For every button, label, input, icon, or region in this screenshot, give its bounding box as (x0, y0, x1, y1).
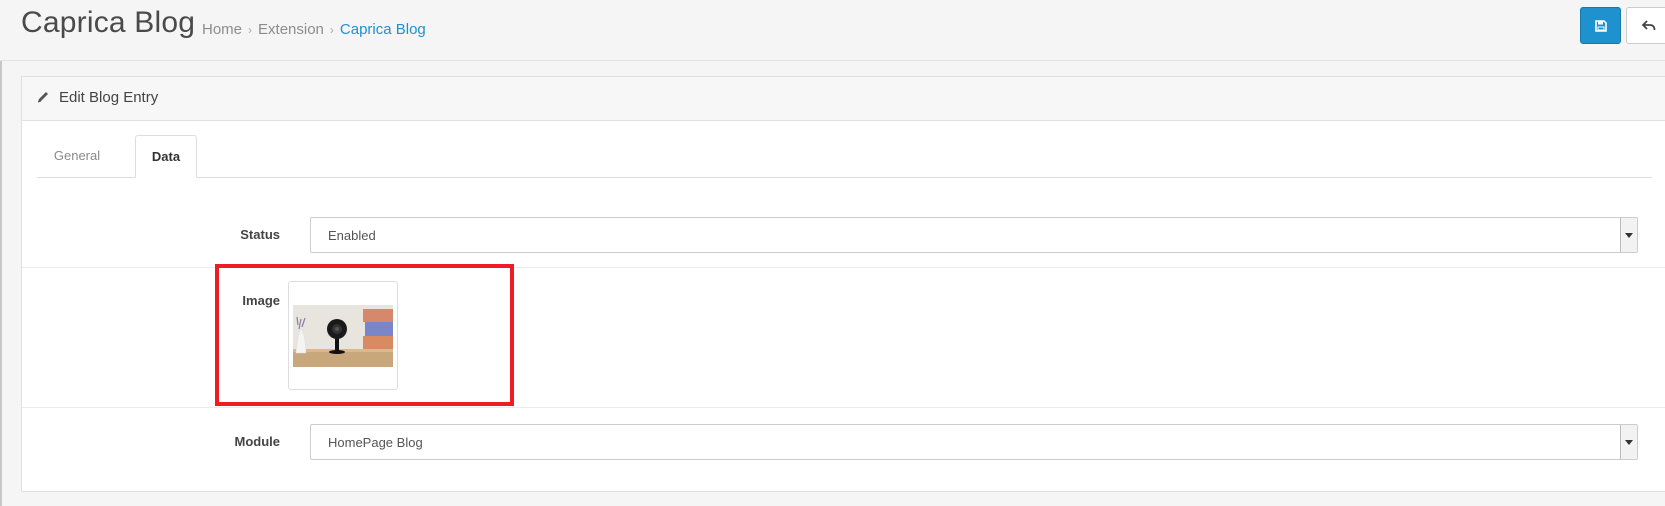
back-button[interactable] (1626, 7, 1665, 44)
chevron-right-icon: › (248, 23, 253, 37)
tab-general[interactable]: General (37, 135, 117, 177)
pencil-icon (37, 92, 48, 103)
highlight-annotation (215, 264, 514, 406)
left-edge (0, 0, 2, 506)
module-label: Module (234, 434, 281, 449)
panel-heading: Edit Blog Entry (22, 77, 1665, 121)
status-select[interactable]: Enabled (310, 217, 1638, 253)
chevron-down-icon (1620, 218, 1637, 252)
module-value: HomePage Blog (328, 435, 423, 450)
breadcrumb-home[interactable]: Home (202, 21, 242, 38)
status-label: Status (240, 227, 280, 242)
module-select[interactable]: HomePage Blog (310, 424, 1638, 460)
tab-data[interactable]: Data (135, 135, 197, 178)
save-icon (1594, 19, 1607, 32)
breadcrumb: Home › Extension › Caprica Blog (202, 21, 426, 38)
tab-bar: General Data (37, 135, 1652, 178)
chevron-right-icon: › (329, 23, 334, 37)
page-title: Caprica Blog (21, 6, 196, 39)
chevron-down-icon (1620, 425, 1637, 459)
breadcrumb-extension[interactable]: Extension (258, 21, 324, 38)
panel-title: Edit Blog Entry (59, 89, 159, 106)
save-button[interactable] (1580, 7, 1621, 44)
reply-icon (1641, 19, 1655, 30)
status-value: Enabled (328, 228, 376, 243)
row-divider (22, 407, 1665, 408)
page-header: Caprica Blog Home › Extension › Caprica Blog (0, 0, 1665, 61)
breadcrumb-caprica-blog[interactable]: Caprica Blog (340, 21, 426, 38)
